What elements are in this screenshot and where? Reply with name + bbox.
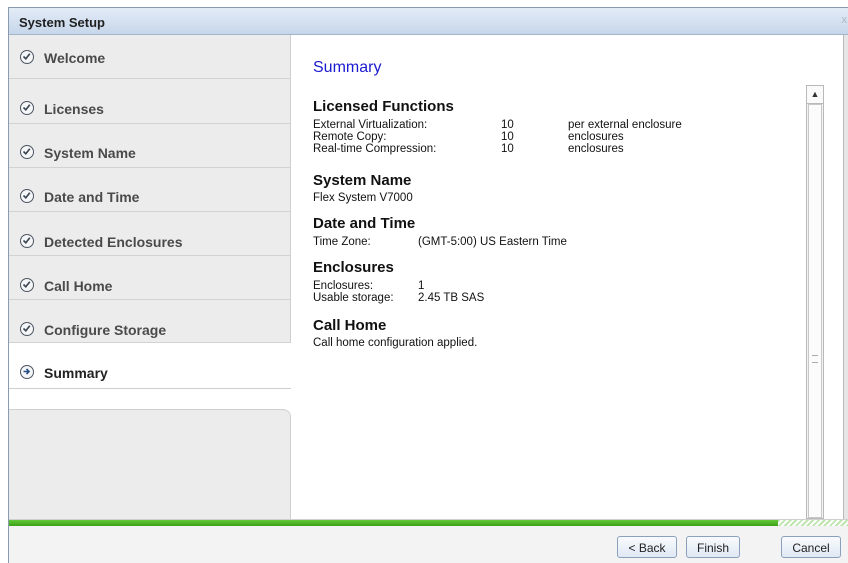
license-name: Remote Copy:	[313, 131, 387, 143]
check-circle-icon	[20, 322, 34, 336]
usable-storage-label: Usable storage:	[313, 292, 394, 304]
license-name: Real-time Compression:	[313, 143, 437, 155]
scrollbar-thumb[interactable]	[808, 104, 822, 518]
time-zone-label: Time Zone:	[313, 236, 371, 248]
sidebar-item-call-home[interactable]: Call Home	[9, 256, 291, 300]
license-value: 10	[501, 143, 514, 155]
sidebar-item-label: Summary	[44, 365, 108, 381]
sidebar-item-label: Licenses	[44, 101, 104, 117]
sidebar-item-welcome[interactable]: Welcome	[9, 35, 291, 79]
sidebar-item-licenses[interactable]: Licenses	[9, 79, 291, 124]
call-home-value: Call home configuration applied.	[313, 337, 478, 349]
sidebar-item-label: Welcome	[44, 50, 106, 66]
license-value: 10	[501, 119, 514, 131]
time-zone-value: (GMT-5:00) US Eastern Time	[418, 236, 567, 248]
check-circle-icon	[20, 189, 34, 203]
enclosures-label: Enclosures:	[313, 280, 374, 292]
summary-scrollbar[interactable]: ▲	[806, 85, 824, 519]
sidebar-item-summary[interactable]: Summary	[9, 343, 291, 389]
license-unit: enclosures	[568, 143, 624, 155]
wizard-steps: Welcome Licenses System Name Date and Ti…	[9, 35, 291, 519]
system-name-heading: System Name	[313, 172, 412, 189]
sidebar-item-detected-enclosures[interactable]: Detected Enclosures	[9, 212, 291, 256]
close-icon[interactable]: x	[842, 14, 848, 26]
licensed-functions-heading: Licensed Functions	[313, 98, 454, 115]
wizard-progress-bar	[9, 519, 848, 526]
dialog-footer: < Back Finish Cancel	[9, 526, 848, 563]
date-time-heading: Date and Time	[313, 215, 416, 232]
sidebar-item-configure-storage[interactable]: Configure Storage	[9, 300, 291, 343]
check-circle-icon	[20, 145, 34, 159]
arrow-circle-icon	[20, 365, 34, 379]
enclosures-value: 1	[418, 280, 425, 292]
license-value: 10	[501, 131, 514, 143]
check-circle-icon	[20, 101, 34, 115]
sidebar-item-label: Configure Storage	[44, 322, 167, 338]
sidebar-item-system-name[interactable]: System Name	[9, 124, 291, 168]
usable-storage-value: 2.45 TB SAS	[418, 292, 485, 304]
back-button[interactable]: < Back	[617, 536, 677, 558]
sidebar-item-label: System Name	[44, 145, 136, 161]
title-bar: System Setup x	[9, 8, 848, 35]
finish-button[interactable]: Finish	[686, 536, 740, 558]
license-unit: enclosures	[568, 131, 624, 143]
scroll-up-icon[interactable]: ▲	[807, 86, 823, 104]
dialog-scrollbar[interactable]	[843, 35, 848, 519]
cancel-button[interactable]: Cancel	[781, 536, 841, 558]
sidebar-item-label: Detected Enclosures	[44, 234, 183, 250]
check-circle-icon	[20, 50, 34, 64]
enclosures-heading: Enclosures	[313, 259, 394, 276]
sidebar-item-label: Call Home	[44, 278, 113, 294]
check-circle-icon	[20, 234, 34, 248]
page-title: Summary	[313, 59, 382, 76]
dialog-title: System Setup	[19, 15, 105, 30]
sidebar-filler	[9, 409, 291, 519]
summary-panel: Summary Licensed Functions External Virt…	[291, 35, 848, 519]
license-unit: per external enclosure	[568, 119, 682, 131]
check-circle-icon	[20, 278, 34, 292]
sidebar-item-date-and-time[interactable]: Date and Time	[9, 168, 291, 212]
system-name-value: Flex System V7000	[313, 192, 413, 204]
sidebar-item-label: Date and Time	[44, 189, 140, 205]
call-home-heading: Call Home	[313, 317, 387, 334]
license-name: External Virtualization:	[313, 119, 428, 131]
grip-icon	[812, 355, 818, 363]
system-setup-dialog: System Setup x Welcome Licenses System N…	[8, 7, 848, 563]
